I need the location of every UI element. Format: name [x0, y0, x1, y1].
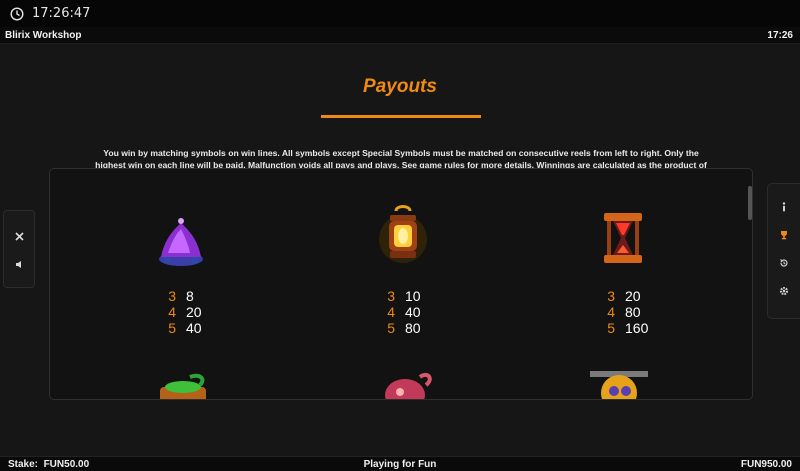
close-icon	[14, 231, 24, 241]
purple-mushroom-symbol	[159, 218, 203, 266]
paytable-grid[interactable]: 3 8 4 20 5 40 3 10 4 40 5 80 3 20 4 80 5…	[49, 168, 753, 400]
play-mode: Playing for Fun	[363, 458, 437, 470]
multiplier-value: 20	[625, 288, 641, 304]
lantern-symbol	[379, 205, 427, 263]
left-control-panel	[3, 210, 35, 288]
info-icon	[782, 202, 786, 212]
match-count: 3	[168, 288, 176, 304]
payout-row: 5 40	[168, 320, 202, 336]
game-header: Blirix Workshop 17:26	[0, 27, 800, 44]
sound-button[interactable]	[4, 253, 34, 275]
hourglass-symbol	[604, 213, 642, 263]
match-count: 5	[168, 320, 176, 336]
multiplier-value: 10	[405, 288, 421, 304]
history-icon	[780, 259, 788, 267]
match-count: 4	[387, 304, 395, 320]
payout-row: 3 8	[168, 288, 194, 304]
payout-row: 3 20	[607, 288, 641, 304]
page-title: Payouts	[363, 76, 437, 97]
payout-row: 5 160	[607, 320, 648, 336]
settings-button[interactable]	[768, 280, 800, 302]
green-teapot-symbol	[160, 373, 206, 399]
multiplier-value: 40	[186, 320, 202, 336]
pink-octopus-symbol	[385, 372, 432, 399]
match-count: 4	[168, 304, 176, 320]
multiplier-value: 80	[405, 320, 421, 336]
title-underline	[321, 115, 481, 118]
history-button[interactable]	[768, 252, 800, 274]
info-button[interactable]	[768, 196, 800, 218]
multiplier-value: 20	[186, 304, 202, 320]
match-count: 3	[607, 288, 615, 304]
footer-bar: Stake: FUN50.00 Playing for Fun FUN950.0…	[0, 456, 800, 471]
clock-icon	[10, 6, 24, 21]
header-clock: 17:26	[767, 29, 793, 41]
payout-row: 4 40	[387, 304, 421, 320]
multiplier-value: 40	[405, 304, 421, 320]
multiplier-value: 8	[186, 288, 194, 304]
paytable-button[interactable]	[768, 224, 800, 246]
settings-gear-icon	[779, 286, 789, 296]
status-bar: 17:26:47	[0, 0, 800, 27]
payout-row: 4 20	[168, 304, 202, 320]
balance-value: FUN950.00	[740, 458, 792, 470]
multiplier-value: 160	[625, 320, 649, 336]
payout-row: 3 10	[387, 288, 421, 304]
status-time: 17:26:47	[32, 6, 91, 21]
close-button[interactable]	[4, 225, 34, 247]
game-title: Blirix Workshop	[5, 29, 82, 41]
match-count: 4	[607, 304, 615, 320]
trophy-icon	[781, 231, 787, 240]
gold-machine-symbol	[590, 371, 648, 399]
payout-row: 4 80	[607, 304, 641, 320]
payout-row: 5 80	[387, 320, 421, 336]
paytable-scrollbar[interactable]	[748, 186, 752, 220]
right-menu-panel	[767, 183, 800, 319]
match-count: 5	[607, 320, 615, 336]
multiplier-value: 80	[625, 304, 641, 320]
match-count: 5	[387, 320, 395, 336]
match-count: 3	[387, 288, 395, 304]
speaker-icon	[15, 260, 21, 268]
